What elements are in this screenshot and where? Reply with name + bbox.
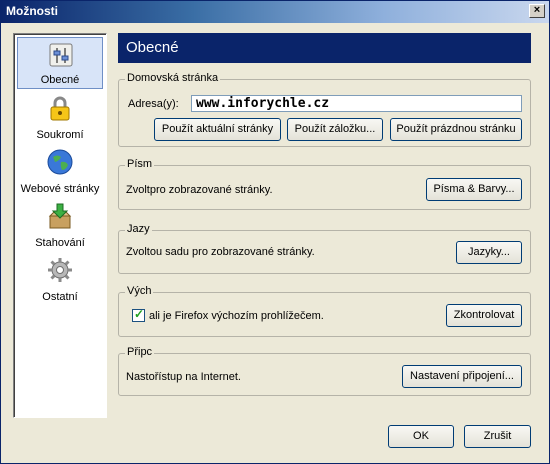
options-dialog: Možnosti × Obecné Soukromí Webové stránk… xyxy=(0,0,550,464)
fonts-legend: Písm xyxy=(125,158,155,170)
sidebar-item-general[interactable]: Obecné xyxy=(17,37,103,89)
sidebar-item-websites[interactable]: Webové stránky xyxy=(17,145,103,197)
connection-settings-button[interactable]: Nastavení připojení... xyxy=(402,365,522,388)
globe-icon xyxy=(47,149,73,175)
sidebar-item-privacy[interactable]: Soukromí xyxy=(17,91,103,143)
general-settings-icon xyxy=(49,43,73,67)
languages-group: Jazy Zvoltou sadu pro zobrazované stránk… xyxy=(118,223,531,274)
check-now-button[interactable]: Zkontrolovat xyxy=(446,304,522,327)
languages-button[interactable]: Jazyky... xyxy=(456,241,522,264)
use-current-pages-button[interactable]: Použít aktuální stránky xyxy=(154,118,281,141)
sidebar-item-label: Soukromí xyxy=(36,129,84,141)
connection-legend: Připc xyxy=(125,346,155,358)
connection-group: Připc Nastořístup na Internet. Nastavení… xyxy=(118,346,531,396)
connection-description: Nastořístup na Internet. xyxy=(126,371,241,383)
cancel-button[interactable]: Zrušit xyxy=(464,425,531,448)
default-browser-legend: Vých xyxy=(125,285,154,297)
languages-legend: Jazy xyxy=(125,223,152,235)
title-bar[interactable]: Možnosti × xyxy=(1,1,549,23)
homepage-legend: Domovská stránka xyxy=(125,72,221,84)
sidebar-item-other[interactable]: Ostatní xyxy=(17,253,103,305)
use-bookmark-button[interactable]: Použít záložku... xyxy=(287,118,383,141)
default-browser-label: ali je Firefox výchozím prohlížečem. xyxy=(149,310,324,322)
fonts-description: Zvoltpro zobrazované stránky. xyxy=(126,184,273,196)
use-blank-page-button[interactable]: Použít prázdnou stránku xyxy=(390,118,522,141)
gear-icon xyxy=(48,258,72,282)
sidebar-item-label: Ostatní xyxy=(42,291,78,303)
download-box-icon xyxy=(48,203,72,229)
panel-title: Obecné xyxy=(126,39,179,56)
window-title: Možnosti xyxy=(6,4,58,18)
homepage-group: Domovská stránka Adresa(y): www.inforych… xyxy=(118,72,531,147)
panel-header: Obecné xyxy=(118,33,531,63)
address-label: Adresa(y): xyxy=(128,98,179,110)
sidebar-item-label: Obecné xyxy=(40,74,80,86)
ok-button[interactable]: OK xyxy=(388,425,454,448)
checkmark-icon: ✓ xyxy=(134,307,145,321)
close-button[interactable]: × xyxy=(529,4,545,18)
padlock-icon xyxy=(50,96,70,121)
fonts-group: Písm Zvoltpro zobrazované stránky. Písma… xyxy=(118,158,531,210)
category-sidebar: Obecné Soukromí Webové stránky Stahování… xyxy=(13,33,107,418)
fonts-colors-button[interactable]: Písma & Barvy... xyxy=(426,178,522,201)
default-browser-checkbox[interactable]: ✓ xyxy=(132,307,145,322)
default-browser-group: Vých ✓ ali je Firefox výchozím prohlížeč… xyxy=(118,285,531,337)
languages-description: Zvoltou sadu pro zobrazované stránky. xyxy=(126,246,315,258)
sidebar-item-label: Stahování xyxy=(35,237,85,249)
sidebar-item-label: Webové stránky xyxy=(20,183,100,195)
sidebar-item-downloads[interactable]: Stahování xyxy=(17,199,103,251)
homepage-address-input[interactable]: www.inforychle.cz xyxy=(191,95,522,112)
